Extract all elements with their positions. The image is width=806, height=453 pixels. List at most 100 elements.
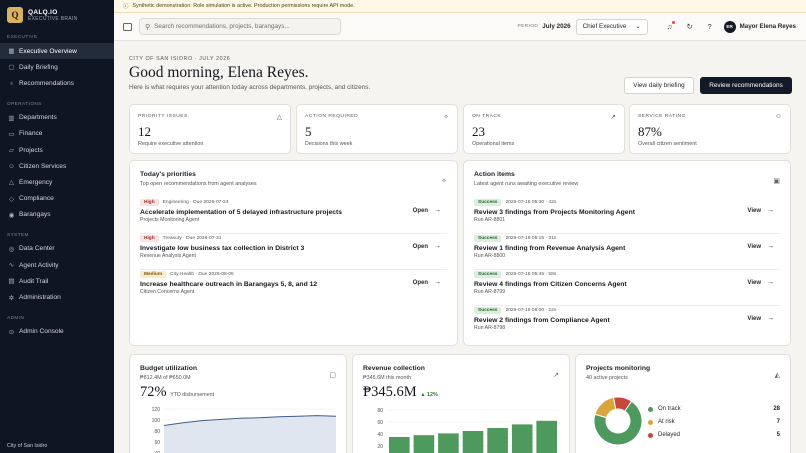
sidebar-item-departments[interactable]: ▥ Departments [0,110,114,126]
search-input[interactable] [154,23,335,30]
kpi-card-action-required[interactable]: ACTION REQUIRED ✧ 5 Decisions this week [296,104,458,154]
revenue-bar-chart: 80 60 40 20 [377,408,559,453]
sidebar-item-executive-overview[interactable]: ▦ Executive Overview [0,43,114,60]
sidebar-item-label: Agent Activity [19,261,59,269]
priority-meta-text: City Health · Due 2026-08-05 [170,272,234,277]
view-label: View [747,243,761,250]
priority-source: Citizen Concerns Agent [140,289,195,295]
action-title: Review 4 findings from Citizen Concerns … [474,281,627,288]
priority-badge: High [140,235,159,242]
sidebar-item-label: Executive Overview [19,47,77,55]
view-button[interactable]: View → [747,207,774,214]
revenue-bar [389,437,410,453]
revenue-title: Revenue collection [363,365,425,372]
arrow-right-icon: → [767,279,774,286]
refresh-icon[interactable]: ↻ [680,22,700,31]
kpi-subtext: Overall citizen sentiment [638,141,697,147]
sidebar-item-data-center[interactable]: ◎ Data Center [0,241,114,257]
sparkle-icon: ✧ [443,114,449,121]
kpi-label: PRIORITY ISSUES [138,114,188,119]
priority-meta-text: Engineering · Due 2026-07-24 [162,200,229,205]
kpi-subtext: Operational items [472,141,515,147]
review-recommendations-button[interactable]: Review recommendations [700,77,792,94]
view-button[interactable]: View → [747,279,774,286]
search-box[interactable]: ⚲ [139,18,341,35]
y-tick-label: 120 [152,407,161,413]
info-icon: ⓘ [123,4,129,10]
brand[interactable]: Q QALQ.IO EXECUTIVE BRAIN [0,0,114,30]
action-items-title: Action items [474,171,515,178]
kpi-label: SERVICE RATING [638,114,686,119]
action-title: Review 1 finding from Revenue Analysis A… [474,245,626,252]
sidebar-item-agent-activity[interactable]: ∿ Agent Activity [0,257,114,273]
budget-area-chart: 120100806040 [152,407,336,453]
action-meta-text: 2026-07-18 05:15 · 31s [505,236,557,241]
sidebar-item-label: Audit Trail [19,277,49,285]
view-briefing-button[interactable]: View daily briefing [624,77,694,94]
avatar[interactable]: ER [723,20,736,33]
user-name[interactable]: Mayor Elena Reyes [740,23,796,30]
nav-section-label: SYSTEM [7,231,29,237]
legend-label: On track [658,406,681,412]
revenue-subtitle: ₱345.6M this month [363,375,411,381]
sidebar-item-emergency[interactable]: △ Emergency [0,174,114,190]
view-button[interactable]: View → [747,243,774,250]
sidebar-item-daily-briefing[interactable]: ▢ Daily Briefing [0,59,114,75]
y-tick-label: 60 [377,420,383,426]
help-icon[interactable]: ? [700,22,720,31]
chevron-down-icon: ⌄ [635,23,641,30]
sidebar-item-compliance[interactable]: ◇ Compliance [0,191,114,207]
legend-swatch [648,432,653,438]
open-button[interactable]: Open → [413,207,441,214]
period-value[interactable]: July 2026 [542,23,570,30]
budget-area-fill [164,415,336,453]
priority-row[interactable]: Medium City Health · Due 2026-08-05 Increa… [140,270,447,306]
sidebar-toggle-icon[interactable] [123,22,132,31]
kpi-value: 87% [638,124,662,139]
open-button[interactable]: Open → [413,243,441,250]
sidebar-item-admin-console[interactable]: ⊙ Admin Console [0,324,114,340]
priority-row[interactable]: High Engineering · Due 2026-07-24 Accelera… [140,198,447,234]
kpi-card-on-track[interactable]: ON TRACK ↗ 23 Operational items [463,104,625,154]
bell-icon[interactable]: ♫ [660,21,680,31]
priority-meta-text: Treasury · Due 2026-07-31 [162,236,222,241]
sidebar-item-projects[interactable]: ▱ Projects [0,142,114,158]
donut-slice-at-risk [594,396,617,419]
revenue-bar [536,420,557,453]
sidebar-item-administration[interactable]: ✲ Administration [0,289,114,305]
action-item-row[interactable]: Success 2026-07-18 05:30 · 42s Review 3 fi… [474,198,780,234]
gear-icon: ✲ [8,294,15,302]
sidebar-item-barangays[interactable]: ◉ Barangays [0,207,114,223]
arrow-right-icon: → [434,279,441,286]
view-label: View [747,207,761,214]
priorities-subtitle: Top open recommendations from agent anal… [140,181,257,187]
sidebar-item-label: Finance [19,130,43,138]
brand-logo-icon: Q [7,7,23,23]
action-item-row[interactable]: Success 2026-07-18 05:45 · 58s Review 4 fi… [474,270,780,306]
action-title: Review 3 findings from Projects Monitori… [474,209,635,216]
kpi-card-service-rating[interactable]: SERVICE RATING ☺ 87% Overall citizen sentim… [629,104,791,154]
role-select[interactable]: Chief Executive ⌄ [575,18,648,35]
legend-value: 28 [773,406,780,412]
priority-title: Increase healthcare outreach in Barangay… [140,281,318,288]
priorities-title: Today's priorities [140,171,196,178]
revenue-bar [487,428,508,453]
view-button[interactable]: View → [747,315,774,322]
action-item-row[interactable]: Success 2026-07-18 06:00 · 22s Review 2 fi… [474,306,780,342]
kpi-label: ACTION REQUIRED [305,114,359,119]
arrow-right-icon: → [434,243,441,250]
open-button[interactable]: Open → [413,279,441,286]
action-item-row[interactable]: Success 2026-07-18 05:15 · 31s Review 1 fi… [474,234,780,270]
sidebar-item-finance[interactable]: ▭ Finance [0,126,114,142]
sidebar-item-audit-trail[interactable]: ▤ Audit Trail [0,273,114,289]
sidebar-item-recommendations[interactable]: ♁ Recommendations [0,75,114,91]
projects-subtitle: 40 active projects [586,375,628,381]
sidebar-item-citizen-services[interactable]: ☺ Citizen Services [0,158,114,174]
page-title: Good morning, Elena Reyes. [129,64,309,81]
arrow-right-icon: → [434,207,441,214]
kpi-card-priority-issues[interactable]: PRIORITY ISSUES △ 12 Require executive atte… [129,104,291,154]
priority-row[interactable]: High Treasury · Due 2026-07-31 Investigate… [140,234,447,270]
topbar: ⚲ PERIOD July 2026 Chief Executive ⌄ ♫ ↻… [114,13,806,41]
arrow-right-icon: → [767,207,774,214]
budget-percent: 72% [140,384,167,400]
